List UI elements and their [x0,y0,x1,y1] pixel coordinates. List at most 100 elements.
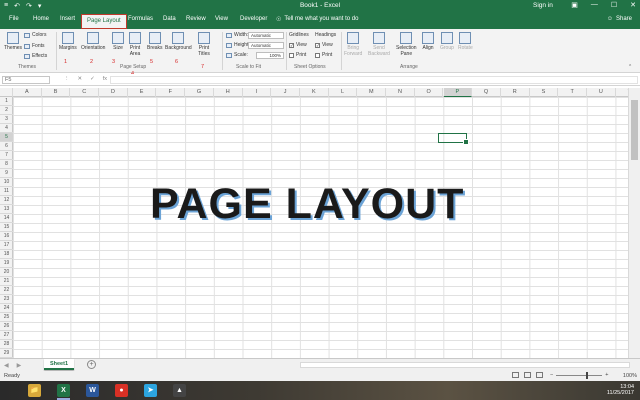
chrome-icon[interactable]: ● [115,384,128,397]
row-header[interactable]: 15 [0,223,13,232]
row-header[interactable]: 17 [0,241,13,250]
zoom-slider[interactable]: − + [550,371,620,379]
row-header[interactable]: 20 [0,268,13,277]
tab-home[interactable]: Home [33,16,49,22]
tab-file[interactable]: File [9,16,19,22]
zoom-knob[interactable] [586,371,589,379]
row-header[interactable]: 24 [0,304,13,313]
row-header[interactable]: 2 [0,106,13,115]
row-header[interactable]: 21 [0,277,13,286]
group-button[interactable]: Group [440,32,454,51]
row-header[interactable]: 18 [0,250,13,259]
page-break-view-icon[interactable] [536,372,543,378]
column-header[interactable]: P [443,88,473,97]
row-header[interactable]: 26 [0,322,13,331]
orientation-button[interactable]: Orientation [81,32,105,51]
sheet-tab-sheet1[interactable]: Sheet1 [44,359,74,370]
insert-function-icon[interactable]: fx [103,76,107,82]
row-header[interactable]: 3 [0,115,13,124]
tab-formulas[interactable]: Formulas [128,16,153,22]
zoom-in-icon[interactable]: + [605,372,608,378]
gridlines-view-checkbox[interactable]: ✓ View [289,42,307,48]
tell-me-search[interactable]: ☉ Tell me what you want to do [276,16,358,23]
column-header[interactable]: D [99,88,128,97]
sheet-prev-icon[interactable]: ◀ [4,362,9,369]
row-header[interactable]: 10 [0,178,13,187]
tab-review[interactable]: Review [186,16,206,22]
tab-page-layout[interactable]: Page Layout [81,14,127,29]
background-button[interactable]: Background [165,32,192,51]
column-header[interactable]: E [128,88,157,97]
normal-view-icon[interactable] [512,372,519,378]
row-header[interactable]: 9 [0,169,13,178]
column-header[interactable]: R [501,88,530,97]
row-header[interactable]: 5 [0,133,13,142]
column-header[interactable]: J [271,88,300,97]
column-header[interactable]: F [157,88,186,97]
column-header[interactable]: I [243,88,272,97]
name-box[interactable]: F5 [2,76,50,84]
formula-input[interactable] [110,76,638,84]
collapse-ribbon-icon[interactable]: ⌃ [628,64,632,70]
row-header[interactable]: 25 [0,313,13,322]
active-cell[interactable] [438,133,469,145]
minimize-icon[interactable]: — [591,1,598,9]
column-header[interactable]: K [300,88,329,97]
telegram-icon[interactable]: ➤ [144,384,157,397]
word-icon[interactable]: W [86,384,99,397]
headings-print-checkbox[interactable]: Print [315,52,332,58]
row-header[interactable]: 1 [0,97,13,106]
tab-insert[interactable]: Insert [60,16,75,22]
zoom-level[interactable]: 100% [623,373,637,379]
fonts-button[interactable]: Fonts [24,43,45,49]
row-header[interactable]: 22 [0,286,13,295]
tab-developer[interactable]: Developer [240,16,267,22]
column-header[interactable]: M [357,88,387,97]
tab-data[interactable]: Data [163,16,176,22]
send-backward-button[interactable]: Send Backward [368,32,390,57]
zoom-track[interactable] [556,371,603,379]
breaks-button[interactable]: Breaks [147,32,163,51]
sheet-next-icon[interactable]: ▶ [17,362,22,369]
rotate-button[interactable]: Rotate [458,32,473,51]
row-header[interactable]: 16 [0,232,13,241]
zoom-out-icon[interactable]: − [550,372,553,378]
row-header[interactable]: 7 [0,151,13,160]
sign-in-link[interactable]: Sign in [533,2,553,9]
column-header[interactable]: B [42,88,71,97]
scale-input[interactable]: 100% [256,52,284,59]
column-header[interactable]: L [329,88,358,97]
print-area-button[interactable]: Print Area [129,32,141,57]
column-header[interactable]: O [415,88,444,97]
tab-view[interactable]: View [215,16,228,22]
scroll-thumb[interactable] [631,100,638,160]
size-button[interactable]: Size [112,32,124,51]
row-header[interactable]: 4 [0,124,13,133]
row-header[interactable]: 12 [0,196,13,205]
row-header[interactable]: 6 [0,142,13,151]
file-explorer-icon[interactable]: 📁 [28,384,41,397]
width-select[interactable]: Automatic [248,32,284,39]
selection-pane-button[interactable]: Selection Pane [396,32,417,57]
column-header[interactable]: U [587,88,616,97]
row-header[interactable]: 23 [0,295,13,304]
close-icon[interactable]: ✕ [630,1,636,9]
row-header[interactable]: 29 [0,349,13,358]
row-header[interactable]: 13 [0,205,13,214]
column-header[interactable]: H [214,88,243,97]
page-layout-view-icon[interactable] [524,372,531,378]
row-header[interactable]: 19 [0,259,13,268]
bring-forward-button[interactable]: Bring Forward [344,32,362,57]
gridlines-print-checkbox[interactable]: Print [289,52,306,58]
print-titles-button[interactable]: Print Titles [198,32,210,57]
column-header[interactable]: T [558,88,587,97]
share-button[interactable]: ☺ Share [607,16,632,22]
column-header[interactable]: G [185,88,214,97]
effects-button[interactable]: Effects [24,53,47,59]
system-clock[interactable]: 13:04 11/25/2017 [607,384,634,396]
colors-button[interactable]: Colors [24,32,46,38]
add-sheet-button[interactable]: + [87,360,96,369]
column-header[interactable]: A [13,88,42,97]
row-header[interactable]: 14 [0,214,13,223]
themes-button[interactable]: Themes [4,32,22,51]
